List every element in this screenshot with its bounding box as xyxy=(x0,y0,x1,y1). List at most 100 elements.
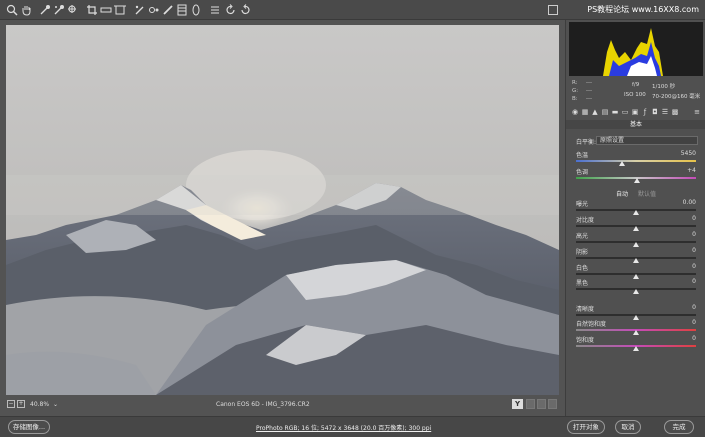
slider-value[interactable]: 0 xyxy=(666,263,696,270)
radial-filter-icon[interactable] xyxy=(190,4,202,16)
section-title: 基本 xyxy=(566,120,705,129)
split-toning-tab-icon[interactable]: ▬ xyxy=(611,108,619,116)
slider-thumb[interactable] xyxy=(634,178,641,183)
slider-value[interactable]: 0 xyxy=(666,247,696,254)
right-panel: R: --- G: --- B: --- f/9 1/100 秒 ISO 100… xyxy=(565,20,705,416)
slider-thumb[interactable] xyxy=(633,289,639,294)
cancel-button[interactable]: 取消 xyxy=(615,420,641,434)
preferences-icon[interactable] xyxy=(209,4,221,16)
color-sampler-icon[interactable] xyxy=(53,4,65,16)
r-value: --- xyxy=(586,80,592,86)
slider-thumb[interactable] xyxy=(633,330,639,335)
g-value: --- xyxy=(586,88,592,94)
before-after-settings-button[interactable] xyxy=(548,399,557,409)
b-label: B: xyxy=(572,96,578,102)
transform-icon[interactable] xyxy=(114,4,126,16)
snapshots-tab-icon[interactable]: ▩ xyxy=(671,108,679,116)
slider-value[interactable]: +4 xyxy=(666,167,696,174)
slider-thumb[interactable] xyxy=(633,346,639,351)
slider-label: 黑色 xyxy=(576,280,589,287)
wb-label: 白平衡: xyxy=(576,139,597,146)
slider-label: 色调 xyxy=(576,169,589,176)
filename-label: Canon EOS 6D - IMG_3796.CR2 xyxy=(216,401,310,408)
r-label: R: xyxy=(572,80,578,86)
wb-select[interactable]: 原照设置 xyxy=(596,136,698,145)
histogram-graph xyxy=(603,28,663,76)
before-after-swap-button[interactable] xyxy=(526,399,535,409)
default-link[interactable]: 默认值 xyxy=(638,189,656,198)
zoom-out-button[interactable]: − xyxy=(7,400,15,408)
slider-thumb[interactable] xyxy=(633,226,639,231)
wb-value: 原照设置 xyxy=(600,137,625,144)
image-preview[interactable] xyxy=(6,25,559,395)
slider-value[interactable]: 0.00 xyxy=(666,199,696,206)
slider-track[interactable] xyxy=(576,160,696,162)
rotate-cw-icon[interactable] xyxy=(239,4,251,16)
hand-icon[interactable] xyxy=(20,4,32,16)
slider-label: 阴影 xyxy=(576,249,589,256)
crop-icon[interactable] xyxy=(86,4,98,16)
slider-value[interactable]: 0 xyxy=(666,335,696,342)
slider-value[interactable]: 0 xyxy=(666,278,696,285)
slider-value[interactable]: 5450 xyxy=(666,150,696,157)
graduated-filter-icon[interactable] xyxy=(176,4,188,16)
red-eye-icon[interactable] xyxy=(148,4,160,16)
slider-value[interactable]: 0 xyxy=(666,319,696,326)
lens-corrections-tab-icon[interactable]: ▭ xyxy=(621,108,629,116)
presets-tab-icon[interactable]: ☰ xyxy=(661,108,669,116)
hsl-tab-icon[interactable]: ▤ xyxy=(601,108,609,116)
adjustment-brush-icon[interactable] xyxy=(162,4,174,16)
auto-link[interactable]: 自动 xyxy=(616,189,628,198)
histogram xyxy=(569,22,703,76)
slider-label: 对比度 xyxy=(576,217,595,224)
done-button[interactable]: 完成 xyxy=(664,420,694,434)
zoom-icon[interactable] xyxy=(6,4,18,16)
save-image-button[interactable]: 存储图像... xyxy=(8,420,50,434)
slider-label: 清晰度 xyxy=(576,306,595,313)
fx-tab-icon[interactable]: ƒ xyxy=(641,108,649,116)
panel-tabs: ◉ ▦ ▲ ▤ ▬ ▭ ▣ ƒ ◘ ☰ ▩ ≡ xyxy=(569,108,703,118)
workflow-options-link[interactable]: ProPhoto RGB; 16 位; 5472 x 3648 (20.0 百万… xyxy=(256,423,431,432)
zoom-level-select[interactable]: 40.8% xyxy=(30,401,49,408)
detail-tab-icon[interactable]: ▲ xyxy=(591,108,599,116)
tone-curve-tab-icon[interactable]: ▦ xyxy=(581,108,589,116)
straighten-icon[interactable] xyxy=(100,4,112,16)
chevron-down-icon[interactable]: ⌄ xyxy=(53,401,58,408)
b-value: --- xyxy=(586,96,592,102)
aperture-value: f/9 xyxy=(632,82,640,88)
basic-tab-icon[interactable]: ◉ xyxy=(571,108,579,116)
g-label: G: xyxy=(572,88,579,94)
before-after-copy-button[interactable] xyxy=(537,399,546,409)
slider-value[interactable]: 0 xyxy=(666,304,696,311)
before-after-toggle[interactable]: Y xyxy=(512,399,523,409)
zoom-in-button[interactable]: + xyxy=(17,400,25,408)
slider-thumb[interactable] xyxy=(633,258,639,263)
slider-thumb[interactable] xyxy=(633,210,639,215)
slider-label: 高光 xyxy=(576,233,589,240)
camera-calibration-tab-icon[interactable]: ◘ xyxy=(651,108,659,116)
rotate-ccw-icon[interactable] xyxy=(225,4,237,16)
spot-removal-icon[interactable] xyxy=(134,4,146,16)
toolbar: PS教程论坛 www.16XX8.com xyxy=(0,0,705,20)
slider-thumb[interactable] xyxy=(633,274,639,279)
slider-label: 饱和度 xyxy=(576,337,595,344)
slider-label: 色温 xyxy=(576,152,589,159)
shutter-value: 1/100 秒 xyxy=(652,84,676,90)
slider-thumb[interactable] xyxy=(633,242,639,247)
slider-label: 曝光 xyxy=(576,201,589,208)
target-adjust-icon[interactable] xyxy=(67,4,79,16)
action-bar: 存储图像... ProPhoto RGB; 16 位; 5472 x 3648 … xyxy=(0,416,705,437)
white-balance-icon[interactable] xyxy=(39,4,51,16)
panel-menu-icon[interactable]: ≡ xyxy=(693,108,701,116)
fullscreen-icon[interactable] xyxy=(548,5,558,15)
watermark: PS教程论坛 www.16XX8.com xyxy=(587,5,699,14)
slider-thumb[interactable] xyxy=(618,161,625,166)
slider-value[interactable]: 0 xyxy=(666,215,696,222)
mountain-photo xyxy=(6,25,559,395)
slider-label: 自然饱和度 xyxy=(576,321,607,328)
transform-tab-icon[interactable]: ▣ xyxy=(631,108,639,116)
slider-value[interactable]: 0 xyxy=(666,231,696,238)
open-object-button[interactable]: 打开对象 xyxy=(567,420,605,434)
slider-thumb[interactable] xyxy=(633,315,639,320)
iso-value: ISO 100 xyxy=(624,92,646,98)
